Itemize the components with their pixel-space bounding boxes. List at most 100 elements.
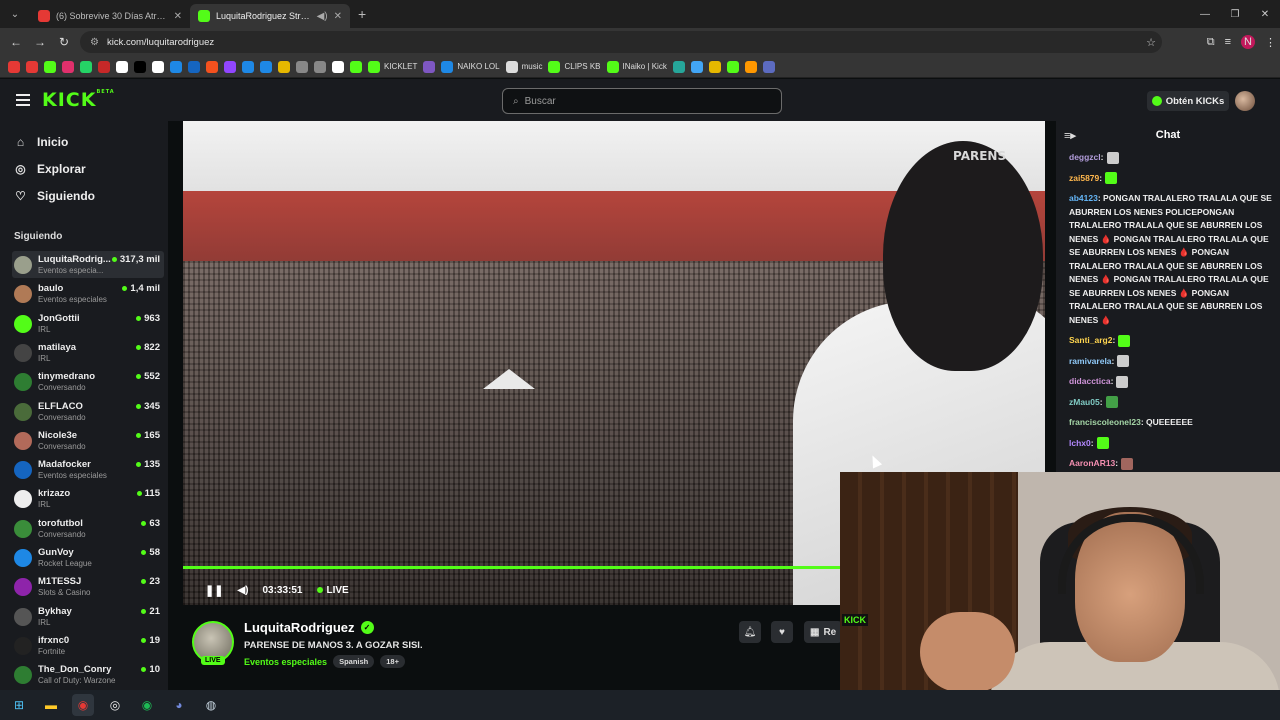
- bookmark-item[interactable]: [260, 59, 272, 75]
- bookmark-item[interactable]: [116, 59, 128, 75]
- bookmark-item[interactable]: [224, 59, 236, 75]
- browser-tab-active[interactable]: LuquitaRodriguez Stream - ◀) ✕: [190, 4, 350, 28]
- followed-channel[interactable]: ifrxnc0 Fortnite 19: [12, 632, 164, 659]
- chrome-icon[interactable]: ◉: [72, 694, 94, 716]
- bookmark-item[interactable]: [242, 59, 254, 75]
- pause-icon[interactable]: ❚❚: [205, 584, 223, 597]
- bookmark-item[interactable]: [278, 59, 290, 75]
- bookmark-item[interactable]: CLIPS KB: [548, 59, 601, 75]
- bookmark-item[interactable]: [44, 59, 56, 75]
- get-kicks-button[interactable]: Obtén KICKs: [1147, 91, 1229, 111]
- followed-channel[interactable]: LuquitaRodrig... Eventos especia... 317,3 …: [12, 251, 164, 278]
- minimize-icon[interactable]: —: [1190, 0, 1220, 28]
- chat-username[interactable]: franciscoleonel23: [1069, 417, 1141, 427]
- chat-username[interactable]: deggzcl: [1069, 152, 1101, 162]
- followed-channel[interactable]: Bykhay IRL 21: [12, 603, 164, 630]
- chat-username[interactable]: Santi_arg2: [1069, 335, 1112, 345]
- bookmark-item[interactable]: [350, 59, 362, 75]
- back-icon[interactable]: ←: [4, 28, 28, 56]
- obs-icon[interactable]: ◎: [104, 694, 126, 716]
- bookmark-item[interactable]: [152, 59, 164, 75]
- bookmark-item[interactable]: [62, 59, 74, 75]
- bookmark-item[interactable]: [332, 59, 344, 75]
- url-input[interactable]: ⚙ kick.com/luquitarodriguez ☆: [80, 31, 1162, 53]
- followed-channel[interactable]: baulo Eventos especiales 1,4 mil: [12, 280, 164, 307]
- restore-icon[interactable]: ❐: [1220, 0, 1250, 28]
- bookmark-item[interactable]: [314, 59, 326, 75]
- stream-category[interactable]: Eventos especiales: [244, 657, 327, 667]
- nav-explorar[interactable]: ◎ Explorar: [14, 158, 85, 180]
- followed-channel[interactable]: GunVoy Rocket League 58: [12, 544, 164, 571]
- bookmark-item[interactable]: [423, 59, 436, 75]
- site-info-icon[interactable]: ⚙: [90, 37, 99, 48]
- followed-channel[interactable]: JonGottii IRL 963: [12, 310, 164, 337]
- media-controls-icon[interactable]: ≡: [1225, 36, 1231, 48]
- windows-start-icon[interactable]: ⊞: [8, 694, 30, 716]
- followed-channel[interactable]: The_Don_Conry Call of Duty: Warzone 10: [12, 661, 164, 688]
- volume-icon[interactable]: ◀): [237, 585, 248, 596]
- forward-icon[interactable]: →: [28, 28, 52, 56]
- audio-icon[interactable]: ◀): [317, 11, 328, 22]
- bookmark-item[interactable]: INaiko | Kick: [606, 59, 667, 75]
- spotify-icon[interactable]: ◉: [136, 694, 158, 716]
- bookmark-item[interactable]: [296, 59, 308, 75]
- followed-channel[interactable]: tinymedrano Conversando 552: [12, 368, 164, 395]
- steam-icon[interactable]: ◍: [200, 694, 222, 716]
- extensions-icon[interactable]: ⧉: [1207, 36, 1215, 49]
- bookmark-item[interactable]: [708, 59, 721, 75]
- followed-channel[interactable]: ELFLACO Conversando 345: [12, 398, 164, 425]
- chat-username[interactable]: lchx0: [1069, 438, 1091, 448]
- chat-username[interactable]: didacctica: [1069, 376, 1111, 386]
- chat-username[interactable]: ab4123: [1069, 193, 1098, 203]
- close-tab-icon[interactable]: ✕: [174, 11, 182, 22]
- profile-avatar[interactable]: N: [1241, 35, 1255, 49]
- bookmark-item[interactable]: [762, 59, 775, 75]
- bookmark-star-icon[interactable]: ☆: [1146, 36, 1156, 49]
- followed-channel[interactable]: Nicole3e Conversando 165: [12, 427, 164, 454]
- bookmark-item[interactable]: [26, 59, 38, 75]
- bookmark-item[interactable]: [726, 59, 739, 75]
- bookmark-item[interactable]: [188, 59, 200, 75]
- bookmark-item[interactable]: [170, 59, 182, 75]
- reload-icon[interactable]: ↻: [52, 28, 76, 56]
- followed-channel[interactable]: matilaya IRL 822: [12, 339, 164, 366]
- followed-channel[interactable]: Madafocker Eventos especiales 135: [12, 456, 164, 483]
- tag-language[interactable]: Spanish: [333, 655, 375, 668]
- file-explorer-icon[interactable]: ▬: [40, 694, 62, 716]
- live-indicator[interactable]: LIVE: [316, 585, 349, 596]
- bookmark-item[interactable]: music: [505, 59, 542, 75]
- followed-channel[interactable]: krizazo IRL 115: [12, 485, 164, 512]
- nav-inicio[interactable]: ⌂ Inicio: [14, 131, 68, 153]
- chat-username[interactable]: zai5879: [1069, 173, 1099, 183]
- bookmark-item[interactable]: [672, 59, 685, 75]
- bookmark-item[interactable]: [206, 59, 218, 75]
- close-tab-icon[interactable]: ✕: [334, 11, 342, 22]
- user-avatar[interactable]: [1235, 91, 1255, 111]
- menu-kebab-icon[interactable]: ⋮: [1265, 36, 1276, 49]
- bookmark-item[interactable]: [98, 59, 110, 75]
- bookmark-item[interactable]: NAIKO LOL: [441, 59, 500, 75]
- nav-siguiendo[interactable]: ♡ Siguiendo: [14, 185, 95, 207]
- bookmark-item[interactable]: [8, 59, 20, 75]
- bookmark-item[interactable]: [80, 59, 92, 75]
- chat-username[interactable]: zMau05: [1069, 397, 1100, 407]
- discord-icon[interactable]: ◕: [168, 694, 190, 716]
- followed-channel[interactable]: M1TESSJ Slots & Casino 23: [12, 573, 164, 600]
- chat-username[interactable]: AaronAR13: [1069, 458, 1115, 468]
- tag-mature[interactable]: 18+: [380, 655, 405, 668]
- bookmark-item[interactable]: KICKLET: [368, 59, 417, 75]
- browser-tab[interactable]: (6) Sobrevive 30 Días Atrapado ✕: [30, 4, 190, 28]
- new-tab-button[interactable]: +: [358, 6, 366, 22]
- search-input[interactable]: ⌕ Buscar: [502, 88, 782, 114]
- bookmark-item[interactable]: [134, 59, 146, 75]
- bookmark-item[interactable]: [690, 59, 703, 75]
- follow-heart-button[interactable]: ♥: [771, 621, 793, 643]
- close-window-icon[interactable]: ✕: [1250, 0, 1280, 28]
- channel-name[interactable]: LuquitaRodriguez ✓: [244, 620, 374, 635]
- chat-username[interactable]: ramivarela: [1069, 356, 1112, 366]
- collapse-chat-icon[interactable]: ≡▸: [1064, 129, 1076, 142]
- tab-search-icon[interactable]: ⌄: [0, 0, 30, 28]
- notification-bell-button[interactable]: 🔔︎: [739, 621, 761, 643]
- hamburger-menu-icon[interactable]: [16, 94, 30, 106]
- bookmark-item[interactable]: [744, 59, 757, 75]
